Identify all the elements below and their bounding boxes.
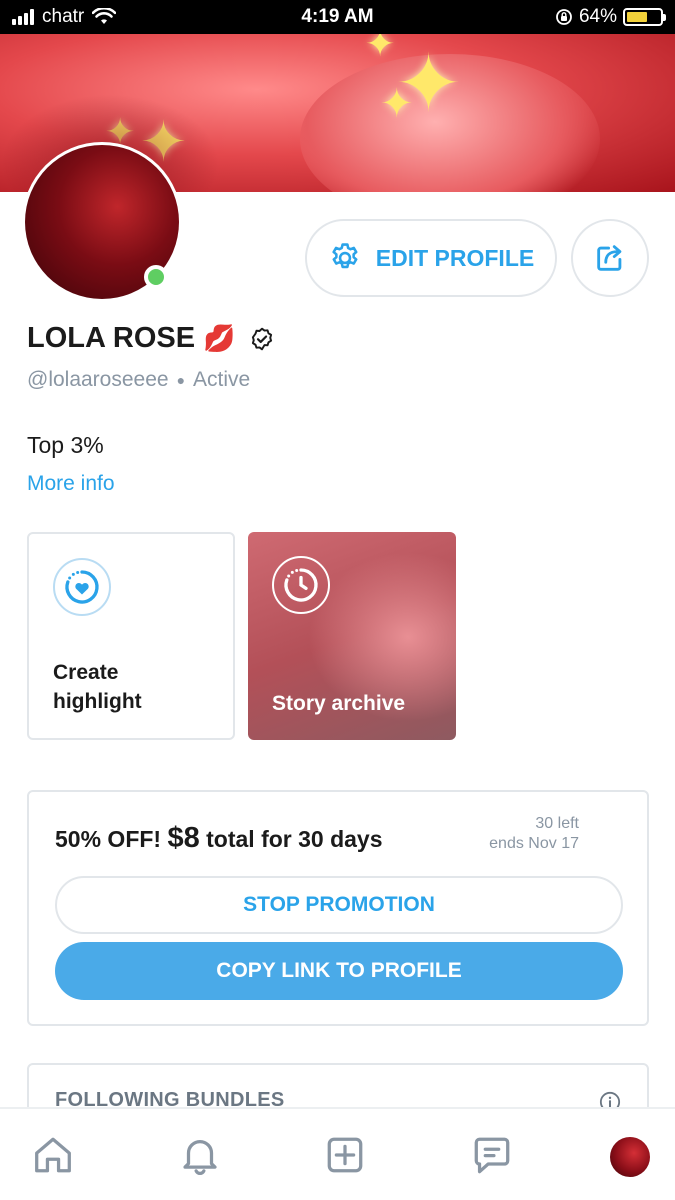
more-info-link[interactable]: More info [27,472,115,496]
stop-promotion-button[interactable]: STOP PROMOTION [55,876,623,934]
lips-emoji: 💋 [203,323,236,353]
edit-profile-button[interactable]: EDIT PROFILE [305,219,557,297]
tab-messages[interactable] [468,1131,516,1179]
plus-square-icon [327,1137,363,1173]
status-bar: chatr 4:19 AM 64% [0,0,675,34]
promotion-ends: ends Nov 17 [489,835,579,852]
create-highlight-label: Create highlight [53,661,142,713]
handle-row: @lolaaroseeee ● Active [27,368,250,392]
highlight-heart-icon [53,558,111,616]
profile-name-row: LOLA ROSE 💋 [27,322,275,355]
tab-profile-avatar[interactable] [610,1137,650,1177]
promotion-discount: 50% OFF! [55,826,162,852]
archive-clock-icon [272,556,330,614]
home-icon [35,1137,71,1173]
gear-icon [332,243,358,269]
share-icon [597,245,622,271]
rank-label: Top 3% [27,432,104,458]
tab-home[interactable] [29,1131,77,1179]
promotion-card: 50% OFF! $8 total for 30 days 30 left en… [27,790,649,1026]
promotion-left: 30 left [535,815,579,832]
copy-link-button[interactable]: COPY LINK TO PROFILE [55,942,623,1000]
promotion-title: 50% OFF! $8 total for 30 days [55,822,383,855]
online-indicator [144,265,168,289]
battery-percent: 64% [578,6,617,27]
separator-dot: ● [176,372,186,388]
bell-icon [183,1140,217,1175]
sparkle-icon: ✦ [365,34,396,64]
chat-icon [474,1137,510,1174]
orientation-lock-icon [556,9,572,25]
profile-handle: @lolaaroseeee [27,368,169,391]
verified-badge-icon [252,327,273,350]
edit-profile-label: EDIT PROFILE [375,244,535,271]
create-highlight-card[interactable]: Create highlight [27,532,235,740]
promotion-duration: total for 30 days [206,826,383,852]
story-archive-label: Story archive [272,691,406,715]
promotion-price: $8 [167,822,200,854]
bottom-tab-bar [0,1107,675,1200]
battery-icon [623,8,666,26]
promotion-meta: 30 left ends Nov 17 [489,814,579,854]
tab-new-post[interactable] [321,1131,369,1179]
story-archive-card[interactable]: Story archive [248,532,456,740]
sparkle-icon: ✦ [380,82,414,126]
tab-notifications[interactable] [176,1131,224,1179]
battery-fill [627,12,648,22]
share-profile-button[interactable] [571,219,649,297]
profile-name: LOLA ROSE [27,322,196,354]
status-right: 64% [555,6,666,28]
activity-status: Active [193,368,251,391]
